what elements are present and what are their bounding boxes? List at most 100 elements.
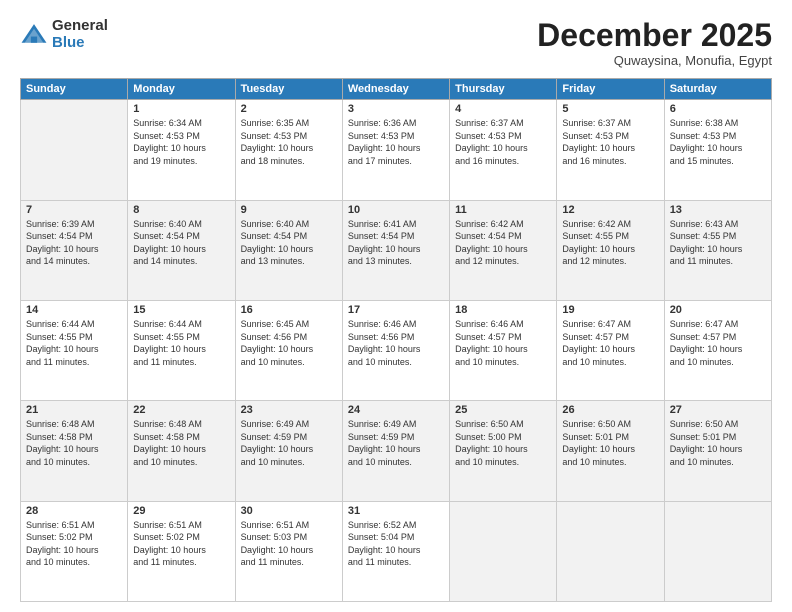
day-number: 27 [670,404,766,416]
calendar-cell: 28Sunrise: 6:51 AMSunset: 5:02 PMDayligh… [21,501,128,601]
day-number: 3 [348,103,444,115]
day-info: Sunrise: 6:52 AMSunset: 5:04 PMDaylight:… [348,519,444,569]
calendar-cell: 1 Sunrise: 6:34 AMSunset: 4:53 PMDaylight… [128,100,235,200]
calendar-cell: 20Sunrise: 6:47 AMSunset: 4:57 PMDayligh… [664,300,771,400]
day-info: Sunrise: 6:44 AMSunset: 4:55 PMDaylight:… [133,318,229,368]
logo-icon [20,21,48,49]
day-info: Sunrise: 6:42 AMSunset: 4:54 PMDaylight:… [455,218,551,268]
day-info: Sunrise: 6:39 AMSunset: 4:54 PMDaylight:… [26,218,122,268]
calendar-week-2: 14 Sunrise: 6:44 AMSunset: 4:55 PMDayligh… [21,300,772,400]
day-info: Sunrise: 6:50 AMSunset: 5:01 PMDaylight:… [670,418,766,468]
day-number: 19 [562,304,658,316]
calendar-cell: 24 Sunrise: 6:49 AMSunset: 4:59 PMDayligh… [342,401,449,501]
calendar-cell: 8 Sunrise: 6:40 AMSunset: 4:54 PMDaylight… [128,200,235,300]
page: General Blue December 2025 Quwaysina, Mo… [0,0,792,612]
calendar-cell: 23 Sunrise: 6:49 AMSunset: 4:59 PMDayligh… [235,401,342,501]
day-number: 25 [455,404,551,416]
day-number: 30 [241,505,337,517]
calendar-cell: 14 Sunrise: 6:44 AMSunset: 4:55 PMDayligh… [21,300,128,400]
day-info: Sunrise: 6:47 AMSunset: 4:57 PMDaylight:… [562,318,658,368]
calendar-cell: 29 Sunrise: 6:51 AMSunset: 5:02 PMDayligh… [128,501,235,601]
calendar-cell: 30 Sunrise: 6:51 AMSunset: 5:03 PMDayligh… [235,501,342,601]
logo-text: General Blue [52,18,108,51]
day-info: Sunrise: 6:41 AMSunset: 4:54 PMDaylight:… [348,218,444,268]
calendar-week-1: 7 Sunrise: 6:39 AMSunset: 4:54 PMDaylight… [21,200,772,300]
day-number: 7 [26,204,122,216]
day-number: 13 [670,204,766,216]
day-number: 14 [26,304,122,316]
day-number: 23 [241,404,337,416]
location: Quwaysina, Monufia, Egypt [537,53,772,68]
day-number: 15 [133,304,229,316]
day-number: 29 [133,505,229,517]
day-info: Sunrise: 6:38 AMSunset: 4:53 PMDaylight:… [670,117,766,167]
day-number: 6 [670,103,766,115]
calendar-header-thursday: Thursday [450,79,557,100]
day-info: Sunrise: 6:44 AMSunset: 4:55 PMDaylight:… [26,318,122,368]
calendar-cell: 3Sunrise: 6:36 AMSunset: 4:53 PMDaylight… [342,100,449,200]
day-info: Sunrise: 6:37 AMSunset: 4:53 PMDaylight:… [455,117,551,167]
calendar-header-row: SundayMondayTuesdayWednesdayThursdayFrid… [21,79,772,100]
logo: General Blue [20,18,108,51]
calendar-cell: 5Sunrise: 6:37 AMSunset: 4:53 PMDaylight… [557,100,664,200]
logo-blue-text: Blue [52,35,108,52]
calendar-cell: 25 Sunrise: 6:50 AMSunset: 5:00 PMDayligh… [450,401,557,501]
day-info: Sunrise: 6:46 AMSunset: 4:56 PMDaylight:… [348,318,444,368]
day-number: 10 [348,204,444,216]
day-info: Sunrise: 6:40 AMSunset: 4:54 PMDaylight:… [241,218,337,268]
calendar-week-3: 21 Sunrise: 6:48 AMSunset: 4:58 PMDayligh… [21,401,772,501]
day-info: Sunrise: 6:45 AMSunset: 4:56 PMDaylight:… [241,318,337,368]
calendar-cell: 6 Sunrise: 6:38 AMSunset: 4:53 PMDaylight… [664,100,771,200]
day-number: 24 [348,404,444,416]
calendar-cell: 11Sunrise: 6:42 AMSunset: 4:54 PMDayligh… [450,200,557,300]
day-info: Sunrise: 6:35 AMSunset: 4:53 PMDaylight:… [241,117,337,167]
day-info: Sunrise: 6:50 AMSunset: 5:00 PMDaylight:… [455,418,551,468]
calendar-header-wednesday: Wednesday [342,79,449,100]
day-info: Sunrise: 6:42 AMSunset: 4:55 PMDaylight:… [562,218,658,268]
calendar-cell: 18 Sunrise: 6:46 AMSunset: 4:57 PMDayligh… [450,300,557,400]
calendar-cell [21,100,128,200]
logo-general-text: General [52,18,108,35]
calendar-cell: 15 Sunrise: 6:44 AMSunset: 4:55 PMDayligh… [128,300,235,400]
day-number: 26 [562,404,658,416]
day-number: 17 [348,304,444,316]
day-info: Sunrise: 6:34 AMSunset: 4:53 PMDaylight:… [133,117,229,167]
title-block: December 2025 Quwaysina, Monufia, Egypt [537,18,772,68]
calendar-cell: 12Sunrise: 6:42 AMSunset: 4:55 PMDayligh… [557,200,664,300]
day-number: 21 [26,404,122,416]
calendar-header-sunday: Sunday [21,79,128,100]
calendar-week-0: 1 Sunrise: 6:34 AMSunset: 4:53 PMDaylight… [21,100,772,200]
calendar-header-monday: Monday [128,79,235,100]
day-info: Sunrise: 6:51 AMSunset: 5:03 PMDaylight:… [241,519,337,569]
calendar-cell: 31Sunrise: 6:52 AMSunset: 5:04 PMDayligh… [342,501,449,601]
day-number: 8 [133,204,229,216]
calendar-table: SundayMondayTuesdayWednesdayThursdayFrid… [20,78,772,602]
day-number: 1 [133,103,229,115]
calendar-header-saturday: Saturday [664,79,771,100]
day-info: Sunrise: 6:47 AMSunset: 4:57 PMDaylight:… [670,318,766,368]
calendar-cell: 7 Sunrise: 6:39 AMSunset: 4:54 PMDaylight… [21,200,128,300]
day-number: 5 [562,103,658,115]
day-info: Sunrise: 6:50 AMSunset: 5:01 PMDaylight:… [562,418,658,468]
day-info: Sunrise: 6:48 AMSunset: 4:58 PMDaylight:… [133,418,229,468]
calendar-cell: 2Sunrise: 6:35 AMSunset: 4:53 PMDaylight… [235,100,342,200]
day-number: 4 [455,103,551,115]
day-info: Sunrise: 6:48 AMSunset: 4:58 PMDaylight:… [26,418,122,468]
day-info: Sunrise: 6:46 AMSunset: 4:57 PMDaylight:… [455,318,551,368]
calendar-cell: 9 Sunrise: 6:40 AMSunset: 4:54 PMDaylight… [235,200,342,300]
calendar-cell: 19 Sunrise: 6:47 AMSunset: 4:57 PMDayligh… [557,300,664,400]
calendar-cell: 10 Sunrise: 6:41 AMSunset: 4:54 PMDayligh… [342,200,449,300]
day-number: 28 [26,505,122,517]
day-number: 22 [133,404,229,416]
day-info: Sunrise: 6:49 AMSunset: 4:59 PMDaylight:… [241,418,337,468]
day-info: Sunrise: 6:49 AMSunset: 4:59 PMDaylight:… [348,418,444,468]
day-number: 18 [455,304,551,316]
day-number: 9 [241,204,337,216]
header: General Blue December 2025 Quwaysina, Mo… [20,18,772,68]
calendar-header-tuesday: Tuesday [235,79,342,100]
day-info: Sunrise: 6:51 AMSunset: 5:02 PMDaylight:… [133,519,229,569]
calendar-cell: 13Sunrise: 6:43 AMSunset: 4:55 PMDayligh… [664,200,771,300]
day-info: Sunrise: 6:40 AMSunset: 4:54 PMDaylight:… [133,218,229,268]
calendar-cell: 22 Sunrise: 6:48 AMSunset: 4:58 PMDayligh… [128,401,235,501]
calendar-cell: 26 Sunrise: 6:50 AMSunset: 5:01 PMDayligh… [557,401,664,501]
